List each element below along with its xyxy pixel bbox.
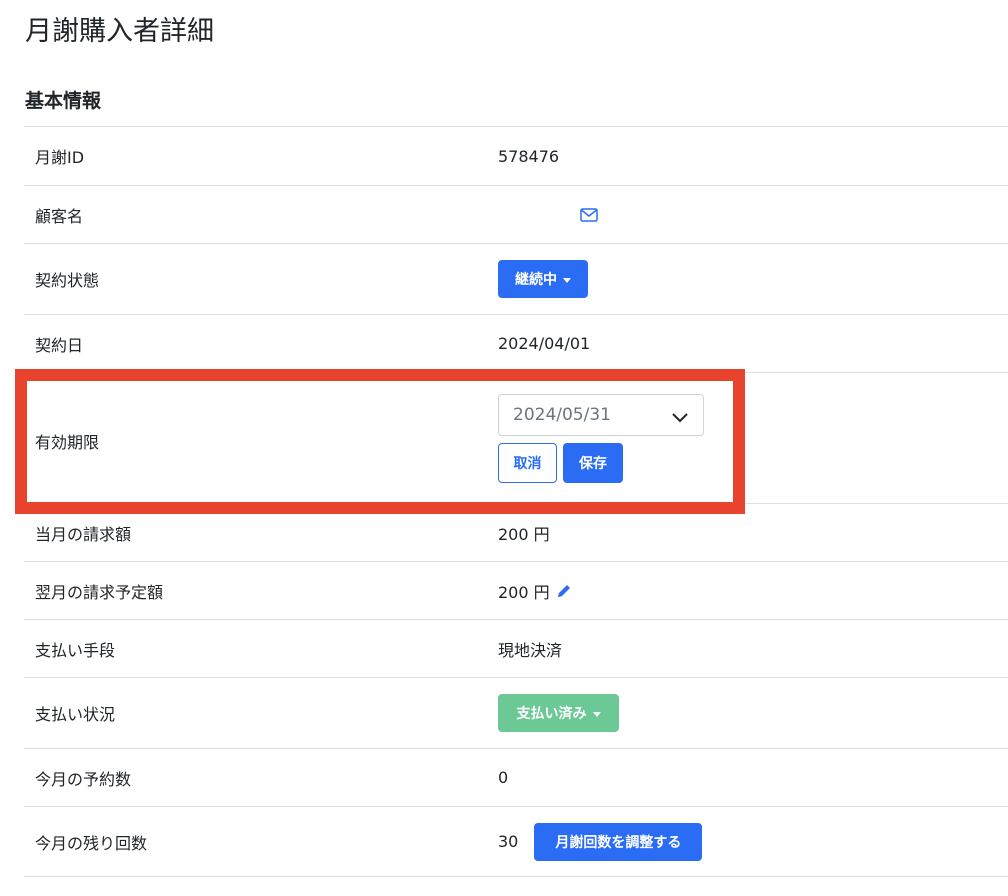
cancel-button[interactable]: 取消 — [498, 443, 557, 483]
button-label: 支払い済み — [516, 706, 587, 722]
expiry-date-select[interactable]: 2024/05/31 — [498, 394, 704, 436]
row-contract-status: 契約状態 継続中 — [24, 243, 1008, 314]
row-label: 今月の残り回数 — [35, 833, 148, 853]
row-payment-method: 支払い手段 現地決済 — [24, 619, 1008, 677]
row-label: 支払い手段 — [35, 640, 116, 660]
page-title: 月謝購入者詳細 — [25, 16, 214, 47]
row-label: 支払い状況 — [35, 705, 116, 724]
remaining-value: 30 — [498, 832, 519, 851]
row-label: 当月の請求額 — [35, 524, 132, 544]
row-label: 月謝ID — [35, 148, 85, 167]
section-title: 基本情報 — [25, 90, 102, 112]
envelope-icon[interactable] — [580, 207, 598, 222]
detail-table: 月謝ID 578476 顧客名 契約状態 継続中 契約日 2024/04/01 … — [24, 126, 1008, 877]
row-label: 契約日 — [35, 335, 84, 355]
row-label: 契約状態 — [35, 271, 100, 290]
save-button[interactable]: 保存 — [563, 443, 623, 483]
row-label: 今月の予約数 — [35, 769, 132, 789]
row-current-billing: 当月の請求額 200 円 — [24, 503, 1008, 561]
chevron-down-icon — [671, 409, 689, 429]
current-billing-value: 200 円 — [498, 524, 550, 544]
adjust-count-button[interactable]: 月謝回数を調整する — [534, 822, 703, 861]
contract-status-dropdown[interactable]: 継続中 — [498, 260, 588, 298]
row-customer-name: 顧客名 — [24, 185, 1008, 243]
row-label: 有効期限 — [35, 433, 100, 452]
row-label: 翌月の請求予定額 — [35, 582, 164, 602]
button-label: 継続中 — [515, 272, 557, 288]
row-contract-date: 契約日 2024/04/01 — [24, 314, 1008, 372]
contract-date-value: 2024/04/01 — [498, 334, 591, 353]
row-next-billing: 翌月の請求予定額 200 円 — [24, 561, 1008, 619]
row-payment-status: 支払い状況 支払い済み — [24, 677, 1008, 748]
row-expiry: 有効期限 2024/05/31 取消 保存 — [24, 372, 1008, 503]
pencil-icon[interactable] — [556, 583, 572, 599]
row-monthly-id: 月謝ID 578476 — [24, 126, 1008, 185]
monthly-id-value: 578476 — [498, 146, 560, 166]
next-billing-value: 200 円 — [498, 582, 550, 602]
select-value: 2024/05/31 — [513, 405, 611, 425]
payment-method-value: 現地決済 — [498, 640, 563, 660]
caret-down-icon — [592, 711, 601, 717]
caret-down-icon — [563, 277, 571, 283]
reservations-value: 0 — [498, 768, 509, 787]
row-remaining: 今月の残り回数 30 月謝回数を調整する — [24, 806, 1008, 877]
payment-status-dropdown[interactable]: 支払い済み — [498, 694, 619, 732]
row-label: 顧客名 — [35, 206, 84, 226]
row-reservations: 今月の予約数 0 — [24, 748, 1008, 806]
